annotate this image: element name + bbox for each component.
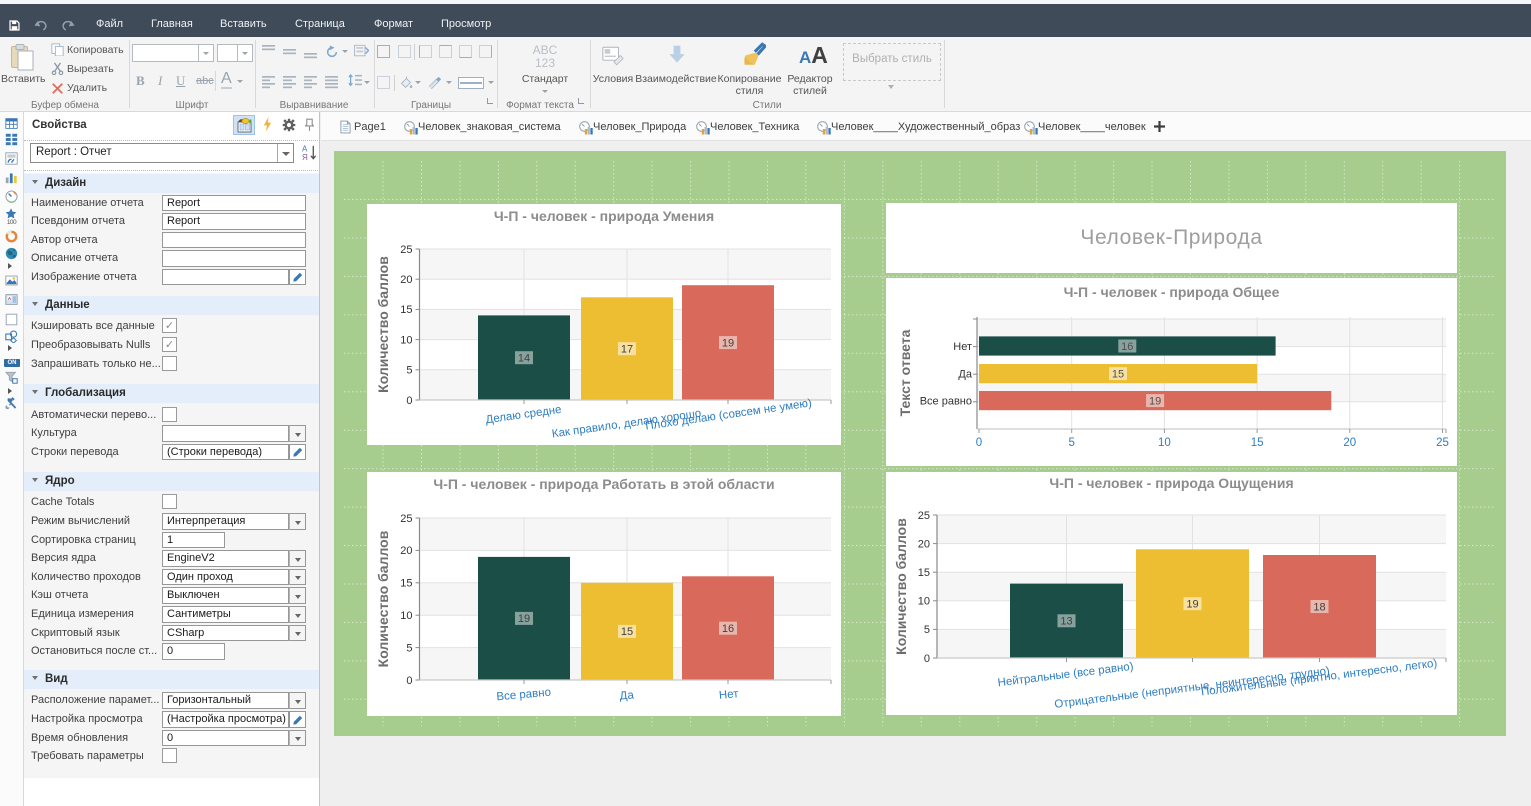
- svg-text:Нет: Нет: [718, 688, 739, 702]
- svg-text:19: 19: [1186, 599, 1198, 611]
- svg-text:10: 10: [918, 596, 930, 608]
- svg-text:25: 25: [1436, 437, 1449, 449]
- svg-text:10: 10: [400, 610, 412, 622]
- svg-text:15: 15: [400, 578, 412, 590]
- svg-text:Я: Я: [302, 153, 308, 162]
- svg-text:25: 25: [400, 513, 412, 525]
- svg-text:5: 5: [1068, 437, 1074, 449]
- svg-text:17: 17: [621, 344, 633, 356]
- svg-text:Количество баллов: Количество баллов: [375, 530, 391, 667]
- svg-text:Количество баллов: Количество баллов: [375, 256, 391, 393]
- svg-text:25: 25: [918, 510, 930, 522]
- svg-text:15: 15: [918, 567, 930, 579]
- svg-text:5: 5: [924, 624, 930, 636]
- svg-text:0: 0: [976, 437, 982, 449]
- svg-text:19: 19: [722, 337, 734, 349]
- svg-text:10: 10: [400, 334, 412, 346]
- svg-text:25: 25: [400, 244, 412, 256]
- svg-text:5: 5: [406, 642, 412, 654]
- svg-text:Нет: Нет: [953, 341, 972, 353]
- svg-text:15: 15: [621, 626, 633, 638]
- svg-text:Текст ответа: Текст ответа: [897, 329, 913, 416]
- svg-text:14: 14: [518, 353, 530, 365]
- svg-text:Ч-П - человек - природа Общее: Ч-П - человек - природа Общее: [1064, 284, 1280, 300]
- svg-text:0: 0: [406, 395, 412, 407]
- svg-text:Ч-П - человек - природа Ощущен: Ч-П - человек - природа Ощущения: [1049, 475, 1293, 491]
- svg-text:Количество баллов: Количество баллов: [893, 518, 909, 655]
- svg-text:20: 20: [918, 538, 930, 550]
- svg-text:16: 16: [722, 623, 734, 635]
- svg-text:15: 15: [1112, 368, 1124, 380]
- svg-text:10: 10: [1158, 437, 1171, 449]
- svg-text:5: 5: [406, 365, 412, 377]
- svg-text:19: 19: [518, 613, 530, 625]
- svg-text:20: 20: [400, 274, 412, 286]
- svg-text:Ч-П - человек - природа Работа: Ч-П - человек - природа Работать в этой …: [433, 476, 774, 492]
- svg-text:Да: Да: [619, 689, 635, 702]
- svg-text:20: 20: [1343, 437, 1356, 449]
- svg-text:Да: Да: [958, 368, 972, 380]
- svg-text:15: 15: [400, 304, 412, 316]
- svg-text:0: 0: [406, 675, 412, 687]
- svg-text:16: 16: [1121, 341, 1133, 353]
- svg-text:0: 0: [924, 653, 930, 665]
- svg-text:15: 15: [1251, 437, 1264, 449]
- svg-text:13: 13: [1060, 616, 1072, 628]
- svg-text:19: 19: [1149, 395, 1161, 407]
- svg-text:Все равно: Все равно: [920, 395, 972, 407]
- svg-text:18: 18: [1313, 601, 1325, 613]
- svg-text:20: 20: [400, 545, 412, 557]
- svg-text:Ч-П - человек - природа Умения: Ч-П - человек - природа Умения: [494, 208, 714, 224]
